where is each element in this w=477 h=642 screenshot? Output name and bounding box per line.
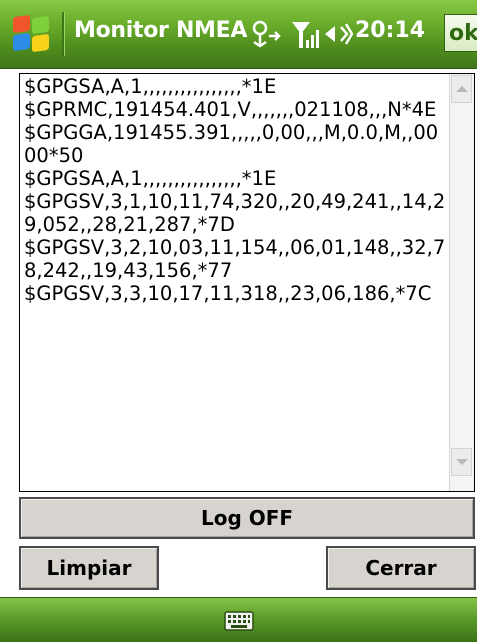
- nmea-log-text: $GPGSA,A,1,,,,,,,,,,,,,,,,*1E $GPRMC,1914…: [24, 75, 448, 305]
- scroll-up-button[interactable]: [451, 75, 472, 103]
- connectivity-icon[interactable]: [249, 18, 283, 50]
- chevron-up-icon: [455, 86, 468, 92]
- title-separator: [62, 12, 65, 56]
- log-line: $GPRMC,191454.401,V,,,,,,,021108,,,N*4E: [24, 98, 437, 121]
- log-line: $GPGSA,A,1,,,,,,,,,,,,,,,,*1E: [24, 75, 277, 98]
- soft-key-bar: [0, 597, 477, 642]
- volume-icon[interactable]: [323, 18, 353, 50]
- ok-button[interactable]: ok: [444, 14, 477, 52]
- app-title: Monitor NMEA: [74, 18, 248, 43]
- chevron-down-icon: [455, 459, 468, 465]
- log-toggle-button[interactable]: Log OFF: [19, 497, 475, 539]
- log-line: $GPGSV,3,2,10,03,11,154,,06,01,148,,32,7…: [24, 236, 446, 282]
- log-line: $GPGSV,3,1,10,11,74,320,,20,49,241,,14,2…: [24, 190, 446, 236]
- title-bar: Monitor NMEA 20:14 ok: [0, 0, 477, 69]
- keyboard-icon[interactable]: [224, 611, 254, 631]
- clock-time[interactable]: 20:14: [355, 18, 425, 43]
- close-button[interactable]: Cerrar: [326, 546, 476, 590]
- windows-start-icon[interactable]: [11, 14, 51, 53]
- scroll-down-button[interactable]: [451, 448, 472, 476]
- log-line: $GPGGA,191455.391,,,,,0,00,,,M,0.0,M,,00…: [24, 121, 439, 167]
- log-line: $GPGSA,A,1,,,,,,,,,,,,,,,,*1E: [24, 167, 277, 190]
- vertical-scrollbar[interactable]: [449, 74, 474, 491]
- log-line: $GPGSV,3,3,10,17,11,318,,23,06,186,*7C: [24, 282, 432, 305]
- signal-strength-icon[interactable]: [290, 18, 322, 50]
- nmea-log-textarea[interactable]: $GPGSA,A,1,,,,,,,,,,,,,,,,*1E $GPRMC,1914…: [19, 73, 475, 492]
- clear-button[interactable]: Limpiar: [19, 546, 159, 590]
